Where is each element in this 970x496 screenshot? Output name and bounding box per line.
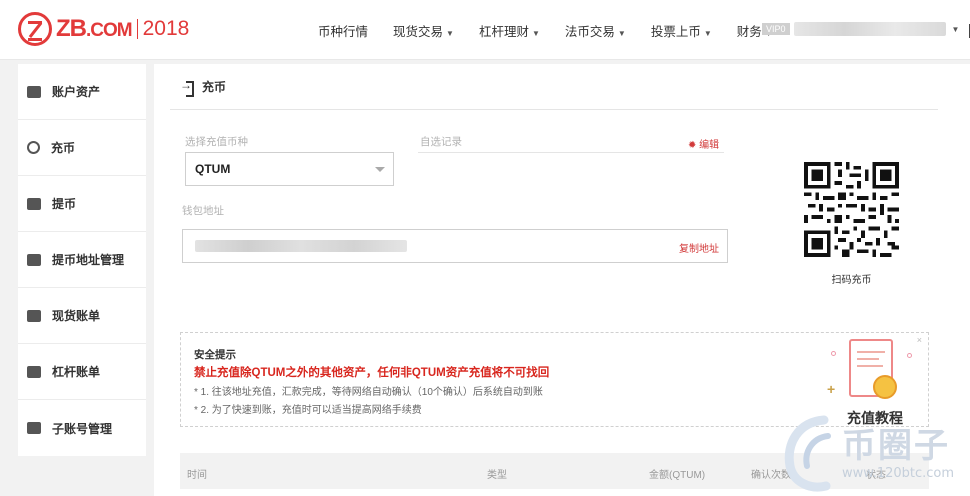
deposit-icon: [180, 78, 194, 97]
watermark-title: 币圈子: [842, 427, 950, 465]
brand-logo[interactable]: ZB.COM 2018: [18, 12, 189, 46]
chevron-down-icon: [375, 167, 385, 172]
chevron-down-icon: ▼: [617, 28, 626, 38]
column-header-time: 时间: [187, 470, 207, 481]
watermark-url: www.120btc.com: [842, 466, 955, 481]
chevron-down-icon: ▼: [951, 24, 960, 34]
qr-caption: 扫码充币: [831, 275, 872, 286]
sub-account-icon: [27, 422, 41, 434]
coin-select[interactable]: QTUM: [185, 152, 394, 186]
nav-market[interactable]: 币种行情: [318, 21, 368, 40]
sidebar-item-deposit[interactable]: 充币: [18, 120, 146, 176]
notice-line: * 2. 为了快速到账，充值时可以适当提高网络手续费: [194, 405, 422, 416]
user-menu[interactable]: VIP0 ▼: [762, 22, 970, 38]
sidebar-item-label: 提币地址管理: [52, 253, 125, 267]
user-name-redacted: [793, 22, 946, 36]
brand-year: 2018: [136, 18, 189, 39]
margin-bill-icon: [27, 365, 41, 378]
column-header-amount: 金额(QTUM): [649, 470, 706, 481]
sidebar-item-label: 账户资产: [52, 85, 101, 99]
nav-margin[interactable]: 杠杆理财 ▼: [479, 21, 540, 40]
sidebar-item-label: 子账号管理: [52, 421, 113, 436]
edit-button[interactable]: ✹ 编辑: [688, 136, 719, 151]
sidebar-item-spot-bill[interactable]: 现货账单: [18, 288, 146, 344]
select-coin-label: 选择充值币种: [185, 136, 248, 148]
wallet-address-label: 钱包地址: [182, 205, 224, 217]
wallet-address-field[interactable]: 复制地址: [182, 229, 728, 263]
page-title: 充币: [202, 80, 227, 94]
copy-address-button[interactable]: 复制地址: [679, 240, 719, 255]
deposit-icon: [27, 141, 40, 154]
vip-badge: VIP0: [762, 23, 790, 35]
sidebar-item-withdraw[interactable]: 提币: [18, 176, 146, 232]
account-sidebar: 账户资产 充币 提币 提币地址管理 现货账单 杠杆账单 子账号管理: [18, 64, 146, 456]
sidebar-item-label: 杠杆账单: [52, 365, 101, 379]
wallet-icon: [27, 85, 41, 98]
sidebar-item-label: 提币: [52, 197, 77, 211]
watermark-logo-icon: [784, 415, 831, 492]
qr-code-icon: [804, 162, 899, 257]
chevron-down-icon: ▼: [446, 28, 454, 38]
sidebar-item-label: 现货账单: [52, 309, 101, 323]
self-record-divider: [418, 152, 724, 153]
nav-otc[interactable]: 法币交易 ▼: [565, 21, 626, 40]
decor-dot: [907, 353, 912, 358]
sidebar-item-withdraw-address[interactable]: 提币地址管理: [18, 232, 146, 288]
notice-line: * 1. 往该地址充值，汇款完成，等待网络自动确认（10个确认）后系统自动到账: [194, 387, 543, 398]
nav-spot-trade[interactable]: 现货交易 ▼: [393, 21, 454, 40]
chevron-down-icon: ▼: [531, 28, 540, 38]
address-book-icon: [27, 253, 41, 266]
spot-bill-icon: [27, 309, 41, 322]
brand-name: ZB.COM: [56, 15, 133, 42]
decor-dot: [831, 351, 836, 356]
column-header-type: 类型: [487, 470, 507, 481]
page-header: 充币: [170, 64, 938, 110]
sidebar-item-sub-account[interactable]: 子账号管理: [18, 400, 146, 456]
site-watermark: 币圈子 www.120btc.com: [780, 410, 970, 496]
wallet-address-redacted: [195, 240, 407, 252]
withdraw-icon: [27, 197, 41, 210]
sidebar-item-assets[interactable]: 账户资产: [18, 64, 146, 120]
zb-logo-icon: [18, 12, 52, 46]
gear-icon: ✹: [688, 140, 700, 151]
chevron-down-icon: ▼: [703, 28, 712, 38]
selected-coin: QTUM: [195, 162, 231, 176]
self-record-label: 自选记录: [420, 136, 462, 148]
sidebar-item-margin-bill[interactable]: 杠杆账单: [18, 344, 146, 400]
plus-icon: +: [827, 381, 836, 397]
nav-vote[interactable]: 投票上币 ▼: [651, 21, 712, 40]
main-nav: 币种行情 现货交易▼ 杠杆理财▼ 法币交易▼ 投票上币▼ 财务▼: [318, 0, 798, 60]
top-header: ZB.COM 2018 币种行情 现货交易 ▼ 杠杆理财 ▼ 法币交易 ▼ 投票上币 ▼…: [0, 0, 970, 60]
notice-warning: 禁止充值除QTUM之外的其他资产，任何非QTUM资产充值将不可找回: [194, 367, 550, 379]
coin-icon: [873, 375, 897, 399]
sidebar-item-label: 充币: [51, 141, 76, 155]
notice-title: 安全提示: [194, 349, 236, 361]
